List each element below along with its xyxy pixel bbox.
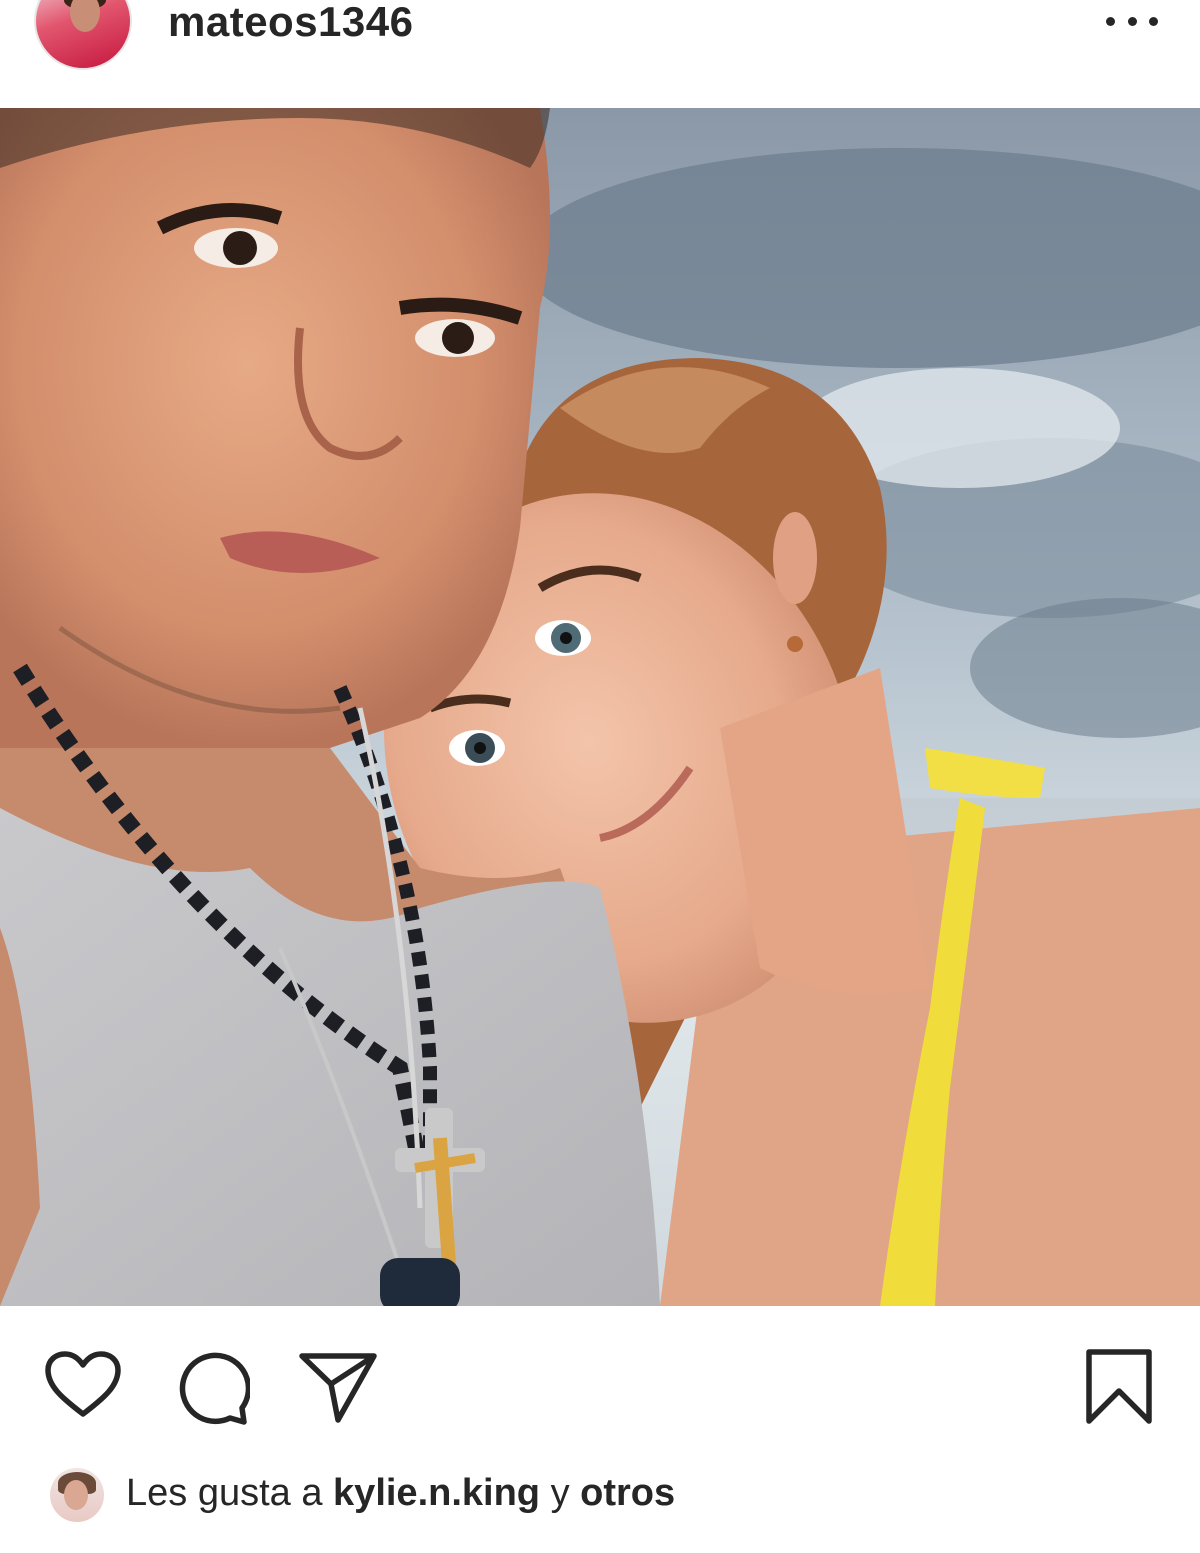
photo-illustration <box>0 108 1200 1306</box>
likes-row: Les gusta a kylie.n.king y otros <box>0 1436 1200 1553</box>
comment-bubble-icon[interactable] <box>172 1350 250 1426</box>
action-bar <box>0 1306 1200 1436</box>
bookmark-icon[interactable] <box>1084 1348 1154 1426</box>
likes-connector: y <box>540 1472 581 1514</box>
liker-username-link[interactable]: kylie.n.king <box>333 1472 540 1514</box>
likes-others-link[interactable]: otros <box>580 1472 675 1514</box>
more-dot <box>1106 16 1115 26</box>
more-dot <box>1149 16 1158 26</box>
more-dot <box>1127 16 1137 26</box>
likes-text: Les gusta a kylie.n.king y otros <box>126 1472 675 1515</box>
paper-plane-icon[interactable] <box>298 1348 378 1424</box>
likes-prefix: Les gusta a <box>126 1472 334 1514</box>
post-header: mateos1346 <box>0 0 1200 108</box>
liker-avatar[interactable] <box>50 1468 104 1522</box>
username[interactable]: mateos1346 <box>168 0 414 46</box>
liker-avatar-face <box>64 1480 88 1510</box>
heart-icon[interactable] <box>44 1350 122 1420</box>
post-photo[interactable] <box>0 108 1200 1306</box>
user-avatar[interactable] <box>34 0 132 70</box>
avatar-face <box>70 0 100 32</box>
more-options-icon[interactable] <box>1106 14 1158 28</box>
